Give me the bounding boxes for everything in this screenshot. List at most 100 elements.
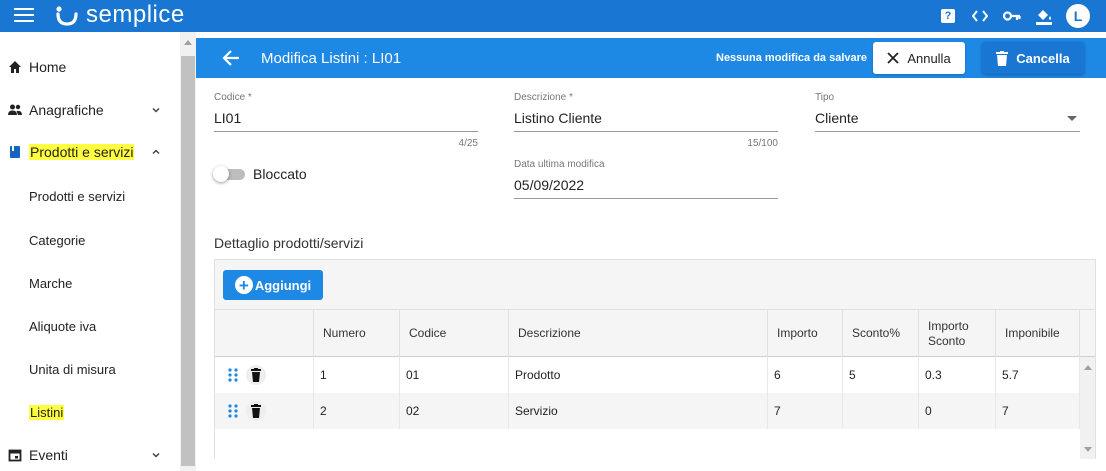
sidebar-item-prodotti-servizi[interactable]: Prodotti e servizi [0,132,180,172]
column-header[interactable]: Importo [768,310,843,357]
tipo-value[interactable]: Cliente [815,110,859,126]
sidebar-subitem-unita-misura[interactable]: Unita di misura [0,349,180,389]
sidebar-subitem-listini[interactable]: Listini [0,392,180,432]
sidebar-item-label: Listini [29,404,65,420]
page-title: Modifica Listini : LI01 [261,50,402,67]
aggiungi-button[interactable]: + Aggiungi [223,270,323,300]
back-arrow-icon[interactable] [222,49,240,67]
sidebar-item-anagrafiche[interactable]: Anagrafiche [0,90,180,130]
cell-importo[interactable]: 7 [768,393,843,429]
cell-importo[interactable]: 6 [768,357,843,393]
chevron-down-icon [152,452,160,458]
cell-sconto[interactable]: 5 [843,357,919,393]
chevron-up-icon [152,149,160,155]
column-header[interactable]: Sconto% [843,310,919,357]
cell-codice[interactable]: 02 [400,393,509,429]
app-top-bar: semplice ? L [0,0,1106,32]
home-icon [9,61,21,73]
sidebar-item-label: Prodotti e servizi [29,144,135,160]
sidebar-item-label: Unita di misura [29,361,116,377]
column-header-actions [215,310,314,357]
table-row[interactable]: 2 02 Servizio 7 0 7 [215,393,1080,429]
sidebar-subitem-aliquote-iva[interactable]: Aliquote iva [0,306,180,346]
book-icon [10,146,20,158]
descrizione-field[interactable]: Descrizione * Listino Cliente 15/100 [514,92,778,152]
sidebar-item-label: Prodotti e servizi [29,188,126,204]
cancella-label: Cancella [1016,50,1070,66]
column-header[interactable]: Importo Sconto [919,310,996,357]
sidebar-scroll-thumb[interactable] [181,56,195,466]
detail-grid: + Aggiungi Numero Codice Descrizione Imp… [214,259,1096,459]
dropdown-arrow-icon[interactable] [1067,116,1077,121]
sidebar-item-eventi[interactable]: Eventi [0,435,180,471]
cancella-button[interactable]: Cancella [982,42,1084,74]
paint-bucket-icon[interactable] [1034,5,1054,27]
cell-descrizione[interactable]: Prodotto [509,357,768,393]
page-header-bar: Modifica Listini : LI01 Nessuna modifica… [196,38,1106,78]
grid-header: Numero Codice Descrizione Importo Sconto… [215,309,1095,357]
data-modifica-label: Data ultima modifica [514,159,605,170]
sidebar-subitem-prodotti-servizi[interactable]: Prodotti e servizi [0,176,180,216]
sidebar-item-label: Eventi [29,447,68,463]
sidebar-subitem-marche[interactable]: Marche [0,263,180,303]
cell-numero[interactable]: 1 [314,357,400,393]
bloccato-label: Bloccato [253,166,307,182]
scroll-up-arrow-icon[interactable] [1084,365,1092,370]
column-header[interactable]: Imponibile [996,310,1080,357]
trash-icon[interactable] [246,365,266,385]
app-logo[interactable]: semplice [54,1,185,29]
calendar-icon [8,449,22,462]
sidebar-item-label: Home [29,59,67,75]
codice-label: Codice * [214,92,252,103]
sidebar-subitem-categorie[interactable]: Categorie [0,220,180,260]
close-icon [887,52,899,64]
data-modifica-field[interactable]: Data ultima modifica 05/09/2022 [514,159,778,204]
column-header[interactable]: Numero [314,310,400,357]
scroll-down-arrow-icon[interactable] [1084,447,1092,452]
scroll-up-arrow-icon[interactable] [184,40,192,45]
add-circle-icon: + [234,276,253,294]
logo-icon [56,6,78,26]
sidebar-item-label: Marche [29,275,73,291]
people-icon [8,104,22,115]
save-status: Nessuna modifica da salvare [716,52,868,64]
sidebar-item-label: Categorie [29,232,86,248]
sidebar-item-label: Anagrafiche [29,102,104,118]
cell-importo-sconto[interactable]: 0 [919,393,996,429]
descrizione-value[interactable]: Listino Cliente [514,110,602,126]
descrizione-counter: 15/100 [747,138,778,149]
tipo-label: Tipo [815,92,835,103]
menu-icon[interactable] [14,8,34,24]
column-header[interactable]: Codice [400,310,509,357]
cell-imponibile[interactable]: 7 [996,393,1080,429]
table-row[interactable]: 1 01 Prodotto 6 5 0.3 5.7 [215,357,1080,393]
codice-counter: 4/25 [458,138,478,149]
cell-sconto[interactable] [843,393,919,429]
codice-value[interactable]: LI01 [214,110,241,126]
grid-body: 1 01 Prodotto 6 5 0.3 5.7 2 02 Servizio … [215,357,1095,459]
cell-importo-sconto[interactable]: 0.3 [919,357,996,393]
codice-field[interactable]: Codice * LI01 4/25 [214,92,478,152]
section-title: Dettaglio prodotti/servizi [214,235,364,251]
aggiungi-label: Aggiungi [254,277,312,293]
bloccato-toggle[interactable] [213,166,247,182]
drag-handle-icon[interactable] [228,404,238,418]
annulla-button[interactable]: Annulla [873,42,965,74]
trash-icon[interactable] [246,401,266,421]
avatar[interactable]: L [1066,4,1090,28]
drag-handle-icon[interactable] [228,368,238,382]
help-icon[interactable]: ? [941,9,955,23]
cell-numero[interactable]: 2 [314,393,400,429]
key-icon[interactable] [1002,5,1022,27]
sidebar-item-label: Aliquote iva [29,318,97,334]
cell-descrizione[interactable]: Servizio [509,393,768,429]
annulla-label: Annulla [907,50,951,66]
cell-codice[interactable]: 01 [400,357,509,393]
cell-imponibile[interactable]: 5.7 [996,357,1080,393]
grid-scrollbar[interactable] [1080,357,1095,459]
tipo-select[interactable]: Tipo Cliente [815,92,1080,137]
data-modifica-value[interactable]: 05/09/2022 [514,177,584,193]
sidebar-item-home[interactable]: Home [0,47,180,87]
code-icon[interactable] [970,5,990,27]
column-header[interactable]: Descrizione [509,310,768,357]
